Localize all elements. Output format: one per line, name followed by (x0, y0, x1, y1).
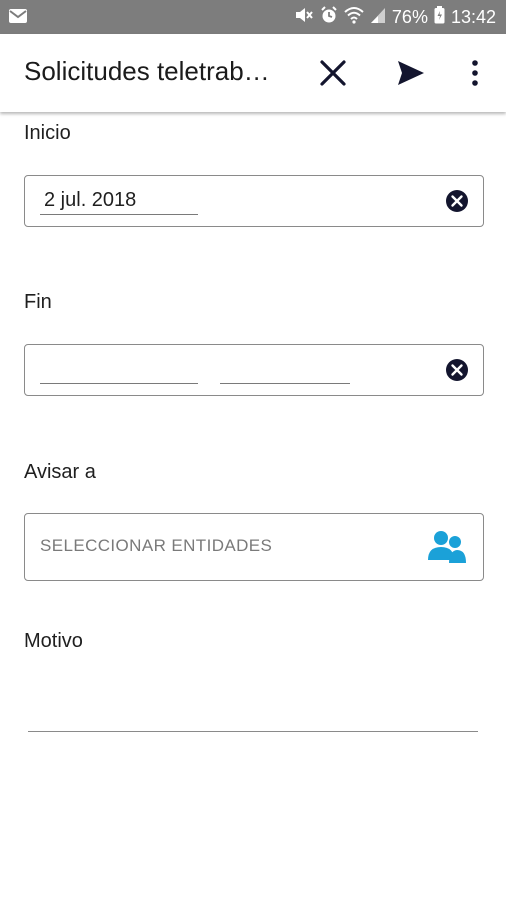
close-button[interactable] (316, 56, 350, 90)
fin-date-underline[interactable] (40, 383, 198, 384)
entities-selector[interactable]: SELECCIONAR ENTIDADES (24, 513, 484, 581)
clear-circle-icon (446, 359, 468, 381)
fin-date-field[interactable] (24, 344, 484, 396)
inicio-date-field[interactable]: 2 jul. 2018 (24, 175, 484, 227)
clock: 13:42 (450, 7, 496, 27)
send-icon (398, 61, 424, 85)
more-vert-icon (472, 60, 478, 86)
motivo-input[interactable] (28, 731, 478, 732)
fin-clear-button[interactable] (445, 358, 469, 382)
page-title: Solicitudes teletrab… (24, 56, 270, 86)
status-right: 76% 13:42 (294, 6, 496, 29)
people-icon (428, 531, 466, 563)
alarm-icon (320, 6, 338, 29)
entities-placeholder: SELECCIONAR ENTIDADES (40, 536, 273, 555)
app-bar: Solicitudes teletrab… (0, 34, 506, 112)
more-options-button[interactable] (458, 56, 492, 90)
send-button[interactable] (394, 56, 428, 90)
fin-label: Fin (24, 291, 52, 313)
select-people-button[interactable] (427, 527, 467, 567)
signal-icon (370, 6, 386, 29)
inicio-date-value[interactable]: 2 jul. 2018 (44, 189, 136, 212)
inicio-label: Inicio (24, 122, 71, 144)
inicio-date-underline (40, 214, 198, 215)
wifi-icon (344, 6, 364, 29)
inicio-clear-button[interactable] (445, 189, 469, 213)
mute-icon (294, 6, 314, 29)
battery-icon (434, 6, 445, 29)
avisar-label: Avisar a (24, 461, 96, 483)
fin-time-underline[interactable] (220, 383, 350, 384)
status-bar: 76% 13:42 (0, 0, 506, 34)
clear-circle-icon (446, 190, 468, 212)
motivo-label: Motivo (24, 630, 83, 652)
close-icon (320, 60, 346, 86)
mail-icon (8, 8, 28, 29)
screen: 76% 13:42 Solicitudes teletrab… Inicio 2… (0, 0, 506, 900)
battery-percent: 76% (391, 7, 428, 27)
